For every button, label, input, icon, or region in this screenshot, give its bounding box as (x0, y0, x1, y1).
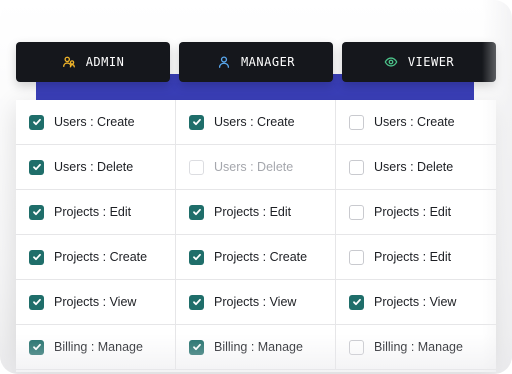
permission-cell-manager[interactable]: Projects : View (176, 280, 336, 325)
permission-label: Users : Create (214, 115, 295, 129)
permission-label: Projects : View (374, 295, 457, 309)
permission-label: Billing : Manage (374, 340, 463, 354)
checkbox-checked[interactable] (189, 249, 204, 265)
checkbox-unchecked (189, 159, 204, 175)
permission-cell-viewer[interactable]: Billing : Manage (336, 325, 496, 370)
permission-label: Users : Delete (54, 160, 134, 174)
checkbox-checked[interactable] (189, 114, 204, 130)
role-header-viewer[interactable]: VIEWER (342, 42, 496, 82)
permission-cell-manager[interactable]: Users : Delete (176, 145, 336, 190)
permission-label: Projects : Create (214, 250, 308, 264)
role-label: ADMIN (85, 55, 125, 69)
permission-label: Users : Create (54, 115, 135, 129)
permission-cell-admin[interactable]: Users : Create (16, 100, 176, 145)
checkbox-unchecked[interactable] (349, 114, 364, 130)
permission-cell-manager[interactable]: Users : Create (176, 100, 336, 145)
permission-cell-admin[interactable]: Users : Delete (16, 145, 176, 190)
permission-label: Billing : Manage (54, 340, 143, 354)
permission-cell-manager[interactable]: Projects : Edit (176, 190, 336, 235)
permissions-matrix-card: ADMIN MANAGER VIEWER Users : Create Users… (0, 0, 512, 374)
checkbox-checked[interactable] (29, 159, 44, 175)
permissions-table: Users : Create Users : Create Users : Crea… (16, 100, 496, 372)
permission-cell-admin[interactable]: Billing : Manage (16, 325, 176, 370)
checkbox-unchecked[interactable] (349, 159, 364, 175)
permission-label: Users : Delete (374, 160, 454, 174)
user-icon (217, 55, 231, 69)
checkbox-checked[interactable] (29, 114, 44, 130)
permission-label: Billing : Manage (214, 340, 303, 354)
role-label: MANAGER (240, 55, 296, 69)
permission-cell-viewer[interactable]: Projects : Edit (336, 235, 496, 280)
permission-cell-viewer[interactable]: Projects : View (336, 280, 496, 325)
permission-cell-admin[interactable]: Projects : Edit (16, 190, 176, 235)
permission-label: Projects : Edit (54, 205, 132, 219)
checkbox-unchecked[interactable] (349, 249, 364, 265)
role-header-manager[interactable]: MANAGER (179, 42, 333, 82)
checkbox-checked[interactable] (189, 294, 204, 310)
permission-label: Projects : View (214, 295, 297, 309)
permission-cell-viewer[interactable]: Users : Create (336, 100, 496, 145)
role-header-admin[interactable]: ADMIN (16, 42, 170, 82)
checkbox-checked[interactable] (29, 339, 44, 355)
permission-cell-admin[interactable]: Projects : View (16, 280, 176, 325)
permission-cell-viewer[interactable]: Users : Delete (336, 145, 496, 190)
checkbox-checked[interactable] (29, 249, 44, 265)
checkbox-checked[interactable] (189, 339, 204, 355)
permission-label: Projects : Create (54, 250, 148, 264)
permission-cell-viewer[interactable]: Projects : Edit (336, 190, 496, 235)
permission-label: Projects : Edit (374, 250, 452, 264)
permission-label: Projects : View (54, 295, 137, 309)
role-label: VIEWER (407, 55, 455, 69)
permission-label: Users : Create (374, 115, 455, 129)
checkbox-checked[interactable] (29, 294, 44, 310)
eye-icon (384, 55, 398, 69)
permission-label: Projects : Edit (214, 205, 292, 219)
permission-label: Users : Delete (214, 160, 294, 174)
checkbox-checked[interactable] (349, 294, 364, 310)
permission-cell-admin[interactable]: Projects : Create (16, 235, 176, 280)
checkbox-unchecked[interactable] (349, 204, 364, 220)
permission-cell-manager[interactable]: Billing : Manage (176, 325, 336, 370)
permission-cell-manager[interactable]: Projects : Create (176, 235, 336, 280)
checkbox-checked[interactable] (189, 204, 204, 220)
checkbox-checked[interactable] (29, 204, 44, 220)
users-icon (62, 55, 76, 69)
checkbox-unchecked[interactable] (349, 339, 364, 355)
permission-label: Projects : Edit (374, 205, 452, 219)
